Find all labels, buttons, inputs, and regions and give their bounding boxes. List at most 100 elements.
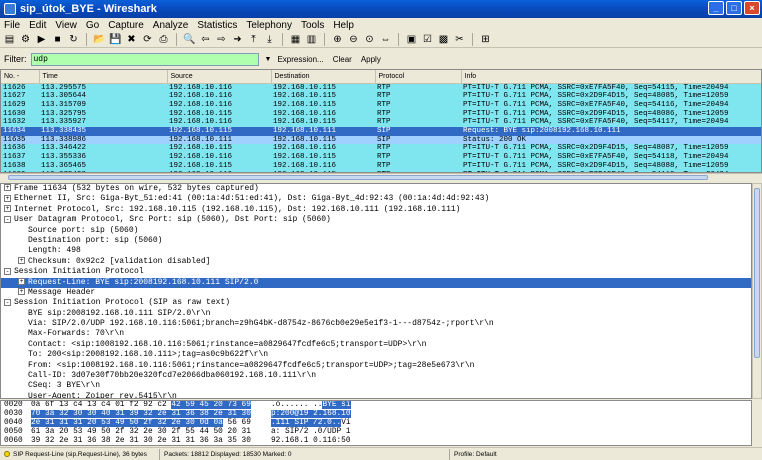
display-filters-icon[interactable]: ☑ (421, 33, 434, 46)
details-tree-node[interactable]: Destination port: sip (5060) (1, 236, 751, 246)
details-vscrollbar[interactable] (752, 183, 762, 399)
expand-icon[interactable]: + (18, 277, 25, 285)
print-icon[interactable]: ⎙ (157, 33, 170, 46)
autoscroll-icon[interactable]: ▥ (305, 33, 318, 46)
hex-row[interactable]: 0040 2e 31 31 31 20 53 49 50 2f 32 2e 30 … (1, 419, 751, 428)
details-tree-node[interactable]: From: <sip:1008192.168.10.116:5061;rinst… (1, 361, 751, 371)
menu-capture[interactable]: Capture (108, 20, 144, 31)
start-capture-icon[interactable]: ▶ (35, 33, 48, 46)
details-tree-node[interactable]: + Message Header (1, 288, 751, 298)
menu-edit[interactable]: Edit (29, 20, 46, 31)
details-tree-node[interactable]: Source port: sip (5060) (1, 226, 751, 236)
stop-capture-icon[interactable]: ■ (51, 33, 64, 46)
details-tree-node[interactable]: User-Agent: Zoiper rev.5415\r\n (1, 392, 751, 398)
menu-statistics[interactable]: Statistics (197, 20, 237, 31)
go-to-packet-icon[interactable]: ➜ (231, 33, 244, 46)
packet-row[interactable]: 11638 113.365465 192.168.10.115 192.168.10.… (1, 161, 761, 171)
menu-view[interactable]: View (55, 20, 77, 31)
details-tree-node[interactable]: + Internet Protocol, Src: 192.168.10.115 … (1, 205, 751, 215)
details-tree-node[interactable]: Max-Forwards: 70\r\n (1, 329, 751, 339)
details-tree-node[interactable]: Length: 498 (1, 246, 751, 256)
last-packet-icon[interactable]: ⤓ (263, 33, 276, 46)
zoom-in-icon[interactable]: ⊕ (331, 33, 344, 46)
preferences-icon[interactable]: ✂ (453, 33, 466, 46)
maximize-button[interactable]: □ (726, 1, 742, 15)
filter-dropdown-icon[interactable]: ▼ (265, 56, 272, 63)
save-file-icon[interactable]: 💾 (109, 33, 122, 46)
expand-icon[interactable]: + (4, 184, 11, 192)
status-profile[interactable]: Profile: Default (450, 449, 762, 460)
colorize-icon[interactable]: ▦ (289, 33, 302, 46)
menu-help[interactable]: Help (333, 20, 354, 31)
packet-row[interactable]: 11637 113.355336 192.168.10.116 192.168.10.… (1, 153, 761, 162)
scrollbar-thumb[interactable] (8, 175, 708, 180)
packet-row[interactable]: 11629 113.315709 192.168.10.116 192.168.10.… (1, 100, 761, 110)
hex-row[interactable]: 0030 70 3a 32 30 30 40 31 39 32 2e 31 36 … (1, 410, 751, 419)
collapse-icon[interactable]: - (4, 267, 11, 275)
zoom-normal-icon[interactable]: ⊙ (363, 33, 376, 46)
column-header-no[interactable]: No. - (1, 70, 40, 84)
resize-columns-icon[interactable]: ⇔ (379, 33, 392, 46)
details-tree-node[interactable]: BYE sip:2008192.168.10.111 SIP/2.0\r\n (1, 309, 751, 319)
details-tree-node[interactable]: To: 200<sip:2008192.168.10.111>;tag=as0c… (1, 350, 751, 360)
column-header-info[interactable]: Info (461, 70, 761, 84)
details-tree-node[interactable]: Contact: <sip:1008192.168.10.116:5061;ri… (1, 340, 751, 350)
column-header-destination[interactable]: Destination (271, 70, 376, 84)
menu-go[interactable]: Go (86, 20, 99, 31)
hex-row[interactable]: 0020 0a 6f 13 c4 13 c4 01 f2 92 c2 42 59 … (1, 401, 751, 410)
coloring-rules-icon[interactable]: ▩ (437, 33, 450, 46)
details-tree-node[interactable]: + Frame 11634 (532 bytes on wire, 532 byt… (1, 184, 751, 194)
help-icon[interactable]: ⊞ (479, 33, 492, 46)
reload-icon[interactable]: ⟳ (141, 33, 154, 46)
expand-icon[interactable]: + (4, 194, 11, 202)
collapse-icon[interactable]: - (4, 298, 11, 306)
packet-row[interactable]: 11635 113.338986 192.168.10.111 192.168.10.… (1, 135, 761, 145)
expression-button[interactable]: Expression... (277, 55, 323, 64)
collapse-icon[interactable]: - (4, 215, 11, 223)
expand-icon[interactable]: + (18, 257, 25, 265)
hex-row[interactable]: 0050 61 3a 20 53 49 50 2f 32 2e 30 2f 55 … (1, 428, 751, 437)
go-back-icon[interactable]: ⇦ (199, 33, 212, 46)
clear-button[interactable]: Clear (333, 55, 352, 64)
details-tree-node[interactable]: + Ethernet II, Src: Giga-Byt_51:ed:41 (00… (1, 194, 751, 204)
apply-button[interactable]: Apply (361, 55, 381, 64)
zoom-out-icon[interactable]: ⊖ (347, 33, 360, 46)
expert-info-icon[interactable] (4, 450, 10, 457)
menu-analyze[interactable]: Analyze (153, 20, 189, 31)
details-tree-node[interactable]: Call-ID: 3d07e30f70bb20e320fcd7e2066dba0… (1, 371, 751, 381)
filter-input[interactable]: udp (30, 52, 259, 66)
find-icon[interactable]: 🔍 (183, 33, 196, 46)
packet-row[interactable]: 11634 113.338435 192.168.10.115 192.168.10.… (1, 127, 761, 136)
details-tree-node[interactable]: + Checksum: 0x92c2 [validation disabled] (1, 257, 751, 267)
column-header-protocol[interactable]: Protocol (375, 70, 462, 84)
go-forward-icon[interactable]: ⇨ (215, 33, 228, 46)
expand-icon[interactable]: + (18, 288, 25, 296)
column-header-time[interactable]: Time (39, 70, 168, 84)
packet-row[interactable]: 11627 113.305644 192.168.10.116 192.168.10.… (1, 92, 761, 101)
packet-list-hscrollbar[interactable] (0, 173, 762, 181)
details-tree-node[interactable]: - User Datagram Protocol, Src Port: sip (… (1, 215, 751, 225)
first-packet-icon[interactable]: ⤒ (247, 33, 260, 46)
menu-tools[interactable]: Tools (301, 20, 324, 31)
column-header-source[interactable]: Source (167, 70, 272, 84)
details-tree-node[interactable]: - Session Initiation Protocol (1, 267, 751, 277)
details-tree-node[interactable]: CSeq: 3 BYE\r\n (1, 381, 751, 391)
details-tree-node[interactable]: - Session Initiation Protocol (SIP as raw… (1, 298, 751, 308)
menu-telephony[interactable]: Telephony (246, 20, 292, 31)
packet-row[interactable]: 11632 113.335927 192.168.10.116 192.168.10.… (1, 118, 761, 128)
expand-icon[interactable]: + (4, 205, 11, 213)
restart-capture-icon[interactable]: ↻ (67, 33, 80, 46)
hex-row[interactable]: 0060 39 32 2e 31 36 38 2e 31 30 2e 31 31 … (1, 437, 751, 445)
details-tree-node[interactable]: Via: SIP/2.0/UDP 192.168.10.116:5061;bra… (1, 319, 751, 329)
packet-row[interactable]: 11636 113.346422 192.168.10.115 192.168.10.… (1, 144, 761, 154)
scrollbar-thumb[interactable] (754, 188, 760, 358)
interfaces-icon[interactable]: ▤ (3, 33, 16, 46)
menu-file[interactable]: File (4, 20, 20, 31)
close-button[interactable]: × (744, 1, 760, 15)
open-file-icon[interactable]: 📂 (93, 33, 106, 46)
packet-row[interactable]: 11626 113.295575 192.168.10.116 192.168.10.… (1, 83, 761, 93)
minimize-button[interactable]: _ (708, 1, 724, 15)
packet-row[interactable]: 11630 113.325795 192.168.10.115 192.168.10.… (1, 109, 761, 119)
capture-filters-icon[interactable]: ▣ (405, 33, 418, 46)
close-file-icon[interactable]: ✖ (125, 33, 138, 46)
